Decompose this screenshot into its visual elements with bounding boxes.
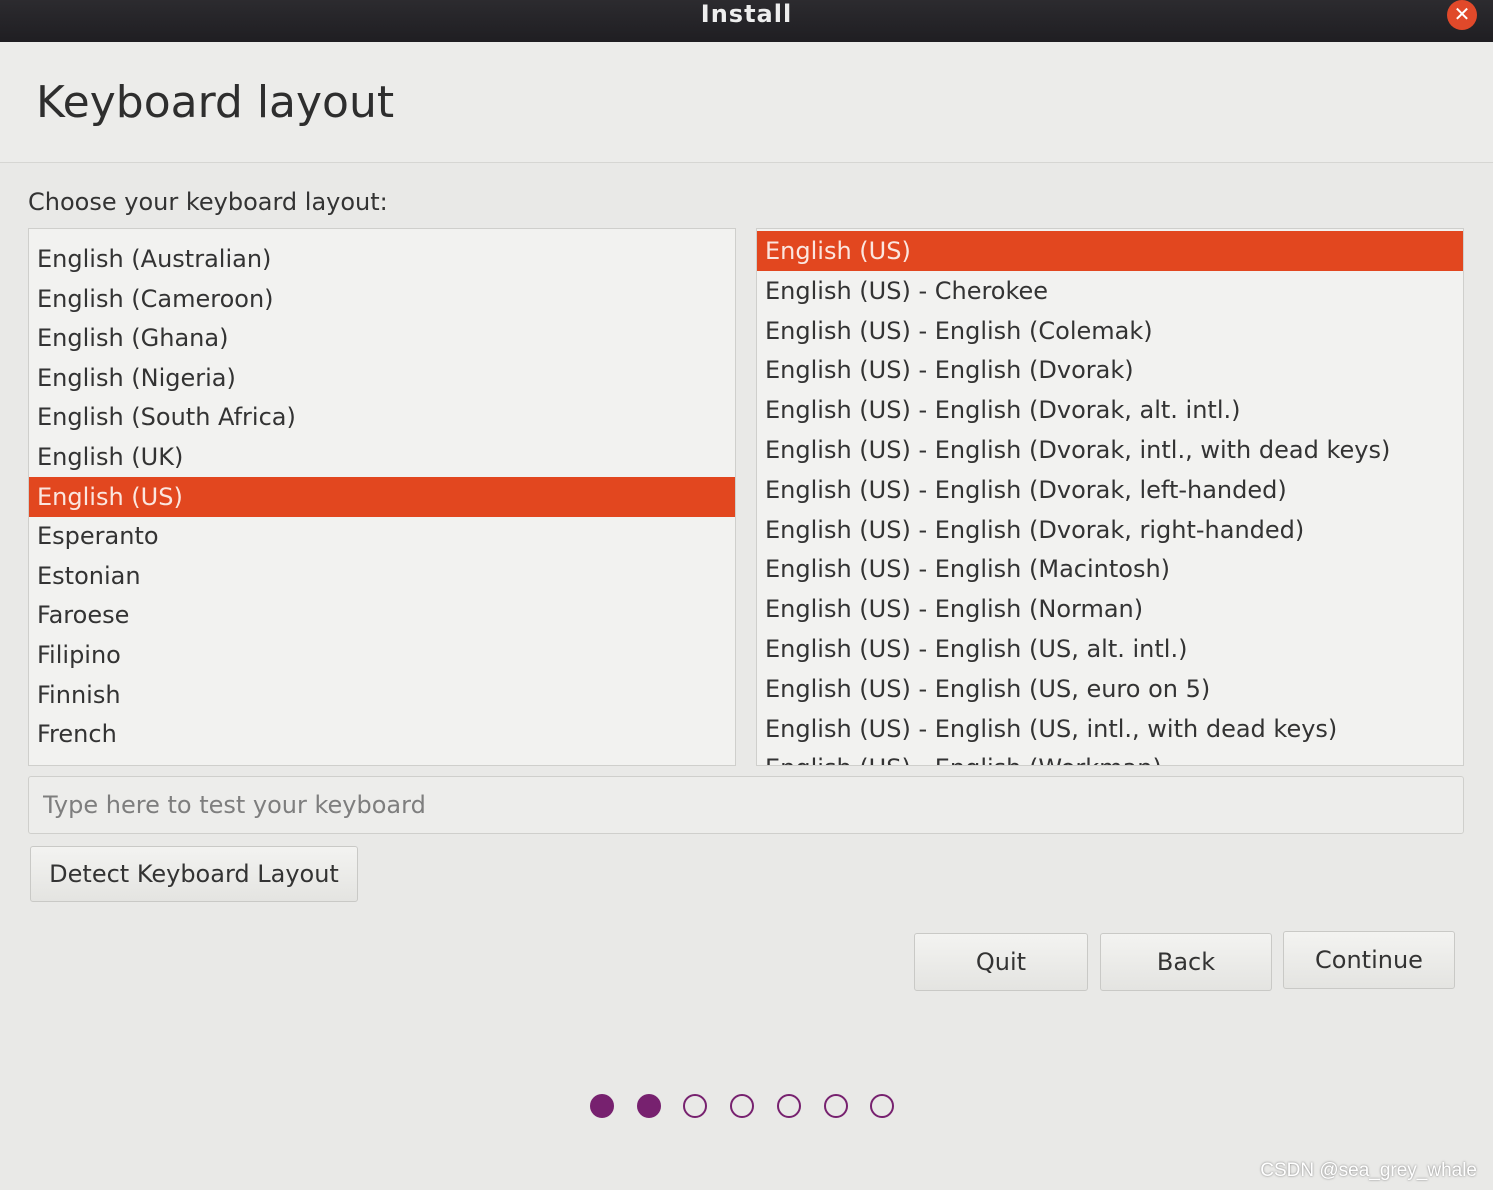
layout-list-item[interactable]: English (Cameroon) [29,279,735,319]
layout-list-item[interactable]: English (Nigeria) [29,358,735,398]
back-button[interactable]: Back [1100,933,1272,991]
variant-list-item[interactable]: English (US) - Cherokee [757,271,1463,311]
variant-list-item[interactable]: English (US) - English (Workman) [757,748,1463,765]
layout-list-item[interactable]: English (Ghana) [29,318,735,358]
variant-list-item[interactable]: English (US) - English (US, alt. intl.) [757,629,1463,669]
variant-list-item[interactable]: English (US) - English (Dvorak, right-ha… [757,510,1463,550]
progress-dot [870,1094,895,1118]
watermark: CSDN @sea_grey_whale [1260,1160,1477,1181]
variant-list-item[interactable]: English (US) - English (Dvorak, left-han… [757,470,1463,510]
layout-list-item[interactable]: Faroese [29,595,735,635]
installer-window: Install ✕ Keyboard layout Choose your ke… [0,0,1493,1190]
continue-button[interactable]: Continue [1283,931,1455,989]
variant-list-item[interactable]: English (US) - English (US, euro on 5) [757,669,1463,709]
layout-list-item[interactable]: Finnish [29,675,735,715]
progress-dot [823,1094,848,1118]
progress-dot [590,1094,614,1118]
close-icon[interactable]: ✕ [1447,0,1477,30]
layout-list-item[interactable]: English (UK) [29,437,735,477]
variant-list-item[interactable]: English (US) [757,231,1463,271]
layout-list-item[interactable]: English (US) [29,476,735,517]
keyboard-test-input[interactable] [28,776,1464,834]
layout-list-item[interactable]: English (Australian) [29,239,735,279]
progress-dot [636,1094,661,1118]
progress-dot [683,1094,708,1118]
variant-list-item[interactable]: English (US) - English (Colemak) [757,311,1463,351]
page-title: Keyboard layout [36,77,395,128]
window-title: Install [700,0,793,28]
layout-list-item[interactable]: Estonian [29,556,735,596]
title-bar: Install ✕ [0,0,1493,42]
layout-list-item[interactable]: Filipino [29,635,735,675]
layout-prompt-label: Choose your keyboard layout: [28,188,388,216]
variant-list[interactable]: English (US) English (US) - Cherokee Engli… [756,228,1464,766]
progress-dot [776,1094,801,1118]
quit-button[interactable]: Quit [914,933,1088,991]
variant-list-item[interactable]: English (US) - English (Macintosh) [757,549,1463,589]
variant-list-item[interactable]: English (US) - English (US, intl., with … [757,709,1463,749]
detect-keyboard-layout-button[interactable]: Detect Keyboard Layout [30,846,358,902]
variant-list-item[interactable]: English (US) - English (Dvorak, alt. int… [757,390,1463,430]
variant-list-item[interactable]: English (US) - English (Dvorak, intl., w… [757,430,1463,470]
layout-list-item[interactable]: Esperanto [29,516,735,556]
progress-dot [730,1094,755,1118]
page-header: Keyboard layout [0,42,1493,163]
variant-list-item[interactable]: English (US) - English (Norman) [757,589,1463,629]
layout-list-item[interactable]: French [29,714,735,754]
variant-list-item[interactable]: English (US) - English (Dvorak) [757,350,1463,390]
layout-list-item[interactable]: English (South Africa) [29,397,735,437]
layout-list[interactable]: English (Australian) English (Cameroon) En… [28,228,736,766]
